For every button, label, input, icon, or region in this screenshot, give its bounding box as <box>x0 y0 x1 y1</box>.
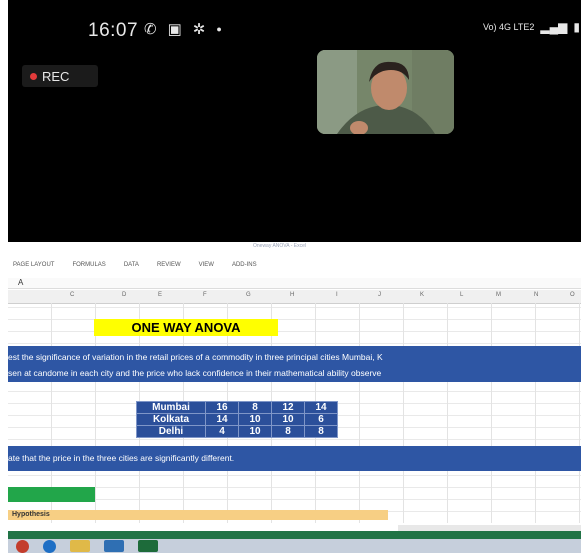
value-cell[interactable]: 14 <box>205 413 239 426</box>
value-cell[interactable]: 8 <box>304 425 338 438</box>
tab-data[interactable]: DATA <box>124 262 139 272</box>
value-cell[interactable]: 10 <box>238 413 272 426</box>
browser-icon[interactable] <box>43 539 56 553</box>
col-header[interactable]: L <box>460 292 463 298</box>
city-cell[interactable]: Delhi <box>136 425 206 438</box>
description-line-2: sen at candome in each city and the pric… <box>8 368 382 378</box>
table-row: Delhi 4 10 8 8 <box>136 425 338 438</box>
hypothesis-label[interactable]: Hypothesis <box>8 510 388 520</box>
sheet-title[interactable]: ONE WAY ANOVA <box>94 319 278 336</box>
dot-icon: ● <box>216 24 222 34</box>
value-cell[interactable]: 12 <box>271 401 305 414</box>
col-header[interactable]: E <box>158 292 162 298</box>
name-box[interactable]: A <box>18 278 23 287</box>
notification-icons: ✆ ▣ ✲ ● <box>144 20 222 38</box>
city-cell[interactable]: Kolkata <box>136 413 206 426</box>
col-header[interactable]: D <box>122 292 126 298</box>
settings-icon: ✲ <box>192 21 206 38</box>
excel-status-bar <box>8 531 581 539</box>
presenter-video[interactable] <box>317 50 454 134</box>
ribbon-tabs: PAGE LAYOUT FORMULAS DATA REVIEW VIEW AD… <box>8 262 581 272</box>
value-cell[interactable]: 14 <box>304 401 338 414</box>
value-cell[interactable]: 8 <box>238 401 272 414</box>
value-cell[interactable]: 10 <box>271 413 305 426</box>
price-table: Mumbai 16 8 12 14 Kolkata 14 10 10 6 Del… <box>136 401 338 438</box>
record-dot-icon <box>30 72 37 80</box>
selected-cell[interactable] <box>8 487 95 502</box>
city-cell[interactable]: Mumbai <box>136 401 206 414</box>
value-cell[interactable]: 4 <box>205 425 239 438</box>
formula-bar[interactable]: A <box>8 278 581 289</box>
column-headers: C D E F G H I J K L M N O <box>8 290 581 304</box>
conclusion-band[interactable]: ate that the price in the three cities a… <box>8 446 581 471</box>
value-cell[interactable]: 8 <box>271 425 305 438</box>
col-header[interactable]: K <box>420 292 424 298</box>
col-header[interactable]: I <box>336 292 338 298</box>
app-icon[interactable] <box>104 540 124 552</box>
tab-page-layout[interactable]: PAGE LAYOUT <box>13 262 54 272</box>
clock: 16:07 <box>88 20 139 41</box>
folder-icon[interactable] <box>70 540 90 552</box>
tab-add-ins[interactable]: ADD-INS <box>232 262 257 272</box>
col-header[interactable]: N <box>534 292 538 298</box>
phone-screen: 16:07 ✆ ▣ ✲ ● Vo) 4G LTE2 ▂▄▆ ▮ REC Onew… <box>8 0 581 553</box>
value-cell[interactable]: 10 <box>238 425 272 438</box>
gallery-icon: ▣ <box>167 21 182 38</box>
col-header[interactable]: F <box>203 292 207 298</box>
excel-sheet: Oneway ANOVA - Excel PAGE LAYOUT FORMULA… <box>8 242 581 539</box>
tab-view[interactable]: VIEW <box>199 262 214 272</box>
table-row: Kolkata 14 10 10 6 <box>136 413 338 426</box>
network-label: Vo) 4G LTE2 <box>483 22 535 32</box>
windows-taskbar <box>8 539 581 553</box>
system-indicators: Vo) 4G LTE2 ▂▄▆ ▮ <box>483 20 580 34</box>
presenter-image <box>317 50 454 134</box>
tab-review[interactable]: REVIEW <box>157 262 181 272</box>
col-header[interactable]: G <box>246 292 251 298</box>
battery-icon: ▮ <box>573 20 580 34</box>
col-header[interactable]: C <box>70 292 74 298</box>
value-cell[interactable]: 16 <box>205 401 239 414</box>
recording-indicator: REC <box>22 65 98 87</box>
signal-icon: ▂▄▆ <box>540 20 568 34</box>
description-line-1: est the significance of variation in the… <box>8 352 383 362</box>
description-band[interactable]: est the significance of variation in the… <box>8 346 581 382</box>
status-bar: 16:07 ✆ ▣ ✲ ● Vo) 4G LTE2 ▂▄▆ ▮ <box>8 0 581 50</box>
table-row: Mumbai 16 8 12 14 <box>136 401 338 414</box>
tab-formulas[interactable]: FORMULAS <box>72 262 105 272</box>
recording-label: REC <box>42 68 70 84</box>
col-header[interactable]: J <box>378 292 381 298</box>
value-cell[interactable]: 6 <box>304 413 338 426</box>
window-title: Oneway ANOVA - Excel <box>253 243 306 249</box>
col-header[interactable]: M <box>496 292 501 298</box>
col-header[interactable]: H <box>290 292 294 298</box>
col-header[interactable]: O <box>570 292 575 298</box>
excel-icon[interactable] <box>138 540 158 552</box>
chrome-icon[interactable] <box>16 539 29 553</box>
whatsapp-icon: ✆ <box>144 21 157 38</box>
